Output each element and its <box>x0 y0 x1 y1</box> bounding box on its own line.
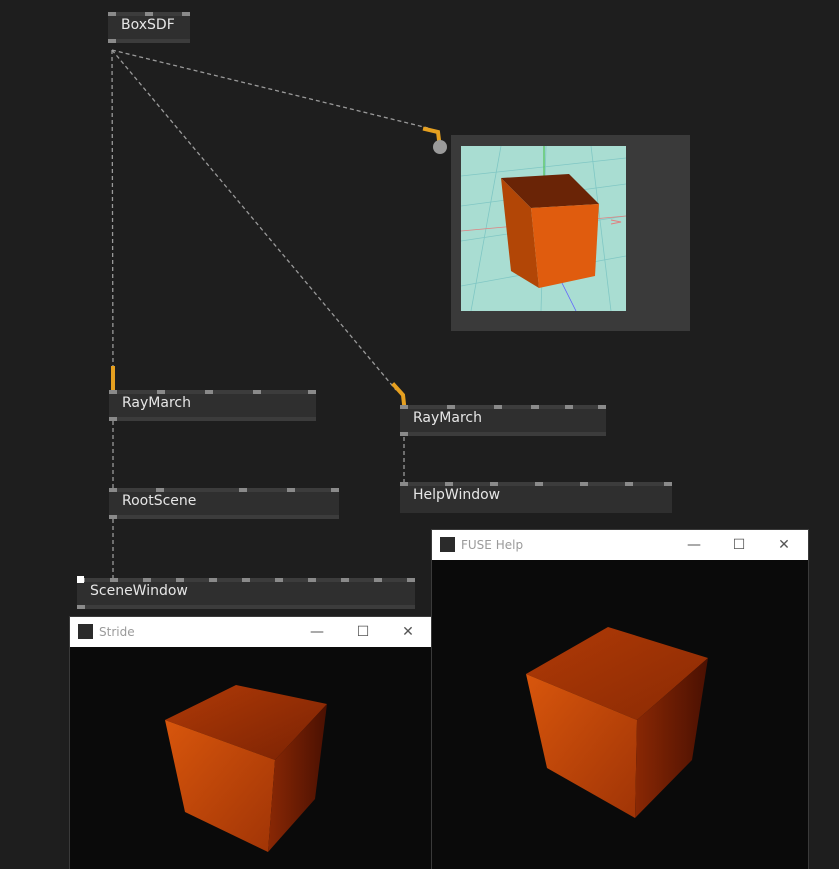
node-label: BoxSDF <box>121 17 175 33</box>
node-boxsdf[interactable]: BoxSDF <box>108 12 190 43</box>
maximize-icon[interactable]: ☐ <box>724 533 754 557</box>
render-viewport[interactable] <box>432 560 808 869</box>
node-label: RootScene <box>122 493 197 509</box>
node-label: SceneWindow <box>90 583 188 599</box>
link-boxsdf-preview <box>111 49 429 129</box>
node-rootscene[interactable]: RootScene <box>109 488 339 519</box>
preview-connector-knob[interactable] <box>433 140 447 154</box>
node-raymarch[interactable]: RayMarch <box>109 390 316 421</box>
node-label: RayMarch <box>413 410 482 426</box>
close-icon[interactable]: ✕ <box>393 620 423 644</box>
link-handle-preview <box>422 126 442 143</box>
link-handle-raymarch-2 <box>391 382 407 407</box>
node-raymarch[interactable]: RayMarch <box>400 405 606 436</box>
maximize-icon[interactable]: ☐ <box>348 620 378 644</box>
minimize-icon[interactable]: — <box>302 620 332 644</box>
fuse-help-window[interactable]: FUSE Help — ☐ ✕ <box>432 530 808 869</box>
window-title: FUSE Help <box>461 538 524 552</box>
node-scenewindow[interactable]: SceneWindow <box>77 578 415 609</box>
cube-render <box>526 627 708 818</box>
window-title: Stride <box>99 625 135 639</box>
boxsdf-preview <box>451 135 690 331</box>
app-icon <box>78 624 93 639</box>
node-helpwindow[interactable]: HelpWindow <box>400 482 672 513</box>
node-label: RayMarch <box>122 395 191 411</box>
preview-cube-image <box>461 146 626 311</box>
minimize-icon[interactable]: — <box>679 533 709 557</box>
stride-window[interactable]: Stride — ☐ ✕ <box>70 617 432 869</box>
link-boxsdf-raymarch-2 <box>111 49 397 391</box>
node-label: HelpWindow <box>413 487 501 503</box>
close-icon[interactable]: ✕ <box>769 533 799 557</box>
app-icon <box>440 537 455 552</box>
window-titlebar[interactable]: FUSE Help — ☐ ✕ <box>432 530 808 560</box>
render-viewport[interactable] <box>70 647 432 869</box>
window-titlebar[interactable]: Stride — ☐ ✕ <box>70 617 432 647</box>
cube-render <box>165 685 327 852</box>
link-boxsdf-raymarch-1 <box>111 49 114 371</box>
resize-corner[interactable] <box>77 576 84 583</box>
preview-render <box>461 146 626 311</box>
